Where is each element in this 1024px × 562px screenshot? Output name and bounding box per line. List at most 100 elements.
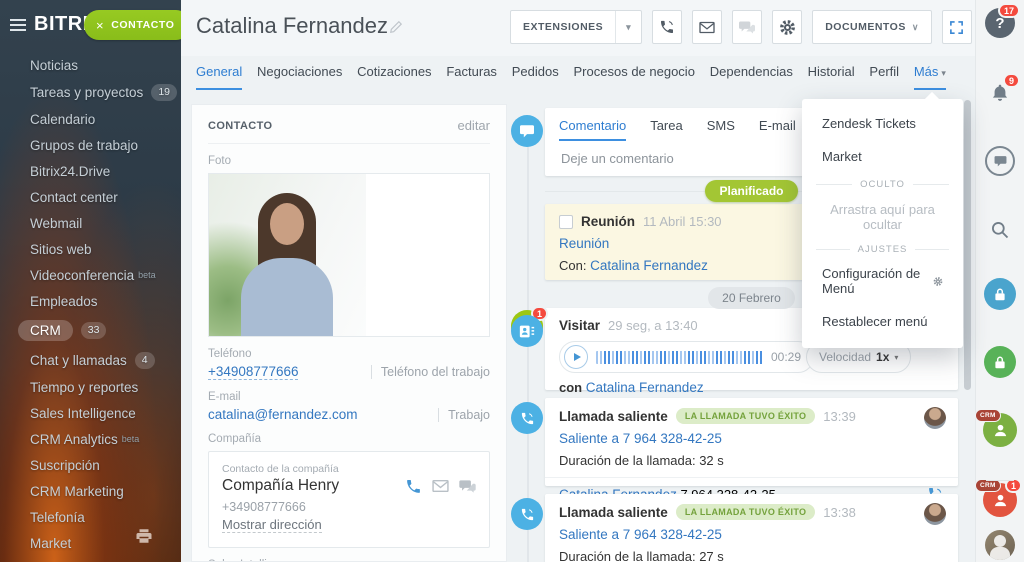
sidebar-item-crm[interactable]: CRM33: [30, 320, 181, 341]
sidebar-item-videoconferencia[interactable]: Videoconferenciabeta: [30, 268, 181, 283]
tab-perfil[interactable]: Perfil: [869, 64, 899, 90]
help-button[interactable]: ?17: [985, 8, 1015, 38]
call-direction-link[interactable]: Saliente a 7 964 328-42-25: [559, 527, 722, 542]
call-button[interactable]: [652, 10, 682, 44]
email-button[interactable]: [692, 10, 722, 44]
chat-icon[interactable]: [459, 479, 476, 494]
contact-phone-link[interactable]: +34908777666: [208, 364, 298, 380]
crm-mini-badge: CRM: [975, 409, 1001, 422]
sidebar-item-market[interactable]: Market: [30, 536, 181, 551]
tab-dependencias[interactable]: Dependencias: [710, 64, 793, 90]
close-icon[interactable]: ×: [96, 18, 104, 33]
extensions-button[interactable]: EXTENSIONES ▾: [510, 10, 642, 44]
crm-count-badge: 33: [81, 322, 107, 339]
call-status-badge: LA LLAMADA TUVO ÉXITO: [676, 408, 815, 424]
sidebar-item-suscripcion[interactable]: Suscripción: [30, 458, 181, 473]
meeting-link[interactable]: Reunión: [559, 236, 609, 251]
sidebar-item-webmail[interactable]: Webmail: [30, 216, 181, 231]
company-name[interactable]: Compañía Henry: [222, 477, 339, 495]
show-address-link[interactable]: Mostrar dirección: [222, 517, 322, 533]
call-duration: Duración de la llamada: 32 s: [559, 453, 944, 468]
avatar[interactable]: [985, 530, 1015, 560]
pencil-icon[interactable]: [389, 20, 403, 39]
sidebar-item-calendario[interactable]: Calendario: [30, 112, 181, 127]
tab-pedidos[interactable]: Pedidos: [512, 64, 559, 90]
menu-item-reset-menu[interactable]: Restablecer menú: [802, 305, 963, 338]
meeting-datetime: 11 Abril 15:30: [643, 214, 722, 229]
tab-facturas[interactable]: Facturas: [446, 64, 497, 90]
date-separator: 20 Febrero: [708, 287, 795, 309]
timeline-scrollbar[interactable]: [964, 100, 971, 390]
call-direction-link[interactable]: Saliente a 7 964 328-42-25: [559, 431, 722, 446]
company-contact-label: Contacto de la compañía: [222, 463, 476, 475]
sidebar-item-sales-intelligence[interactable]: Sales Intelligence: [30, 406, 181, 421]
contact-entity-button[interactable]: × CONTACTO: [84, 10, 181, 40]
tab-procesos[interactable]: Procesos de negocio: [574, 64, 695, 90]
sidebar-item-tiempo-reportes[interactable]: Tiempo y reportes: [30, 380, 181, 395]
photo-field-label: Foto: [208, 155, 490, 167]
chat-button[interactable]: [732, 10, 762, 44]
sidebar-item-drive[interactable]: Bitrix24.Drive: [30, 164, 181, 179]
tab-historial[interactable]: Historial: [808, 64, 855, 90]
tab-negociaciones[interactable]: Negociaciones: [257, 64, 342, 90]
chevron-down-icon: ∨: [912, 22, 919, 33]
tab-mas[interactable]: Más▾: [914, 64, 946, 90]
crm-channel-green-button[interactable]: CRM: [983, 413, 1017, 447]
sidebar-item-tareas[interactable]: Tareas y proyectos19: [30, 84, 181, 101]
mail-icon[interactable]: [432, 479, 449, 493]
meeting-with-label: Con:: [559, 258, 586, 273]
menu-item-configure-menu[interactable]: Configuración de Menú: [802, 257, 963, 305]
contact-details-panel: CONTACTO editar Foto Teléfono +349087776…: [191, 104, 507, 562]
audio-waveform[interactable]: [596, 351, 763, 364]
chat-count-badge: 4: [135, 352, 155, 369]
visit-with-label: con: [559, 380, 582, 395]
fullscreen-button[interactable]: [942, 10, 972, 44]
company-phone: +34908777666: [222, 500, 476, 514]
sidebar-item-contact-center[interactable]: Contact center: [30, 190, 181, 205]
meeting-checkbox[interactable]: [559, 215, 573, 229]
composer-tab-comentario[interactable]: Comentario: [559, 118, 626, 141]
crm-channel-red-button[interactable]: CRM 1: [983, 483, 1017, 517]
search-button[interactable]: [986, 216, 1014, 244]
planned-badge: Planificado: [705, 180, 797, 202]
sidebar-item-crm-analytics[interactable]: CRM Analyticsbeta: [30, 432, 181, 447]
person-icon: [992, 492, 1009, 509]
email-type-label: Trabajo: [438, 408, 490, 422]
search-icon: [990, 220, 1010, 240]
hamburger-menu-icon[interactable]: [10, 19, 26, 34]
sidebar-item-crm-marketing[interactable]: CRM Marketing: [30, 484, 181, 499]
settings-button[interactable]: [772, 10, 802, 44]
sidebar-item-noticias[interactable]: Noticias: [30, 58, 181, 73]
outgoing-call-icon: [511, 402, 543, 434]
chevron-down-icon: ▾: [941, 68, 946, 78]
tab-general[interactable]: General: [196, 64, 242, 90]
visit-contact-link[interactable]: Catalina Fernandez: [586, 380, 704, 395]
notifications-count-badge: 9: [1003, 73, 1020, 88]
documents-button[interactable]: DOCUMENTOS ∨: [812, 10, 932, 44]
phone-field-label: Teléfono: [208, 348, 490, 360]
sidebar-item-telefonia[interactable]: Telefonía: [30, 510, 181, 525]
menu-item-zendesk-tickets[interactable]: Zendesk Tickets: [802, 107, 963, 140]
contact-email-link[interactable]: catalina@fernandez.com: [208, 407, 358, 422]
composer-tab-sms[interactable]: SMS: [707, 118, 735, 141]
visit-time: 29 seg, a 13:40: [608, 318, 698, 333]
composer-tab-email[interactable]: E-mail: [759, 118, 796, 141]
sidebar-item-empleados[interactable]: Empleados: [30, 294, 181, 309]
sidebar-item-chat-llamadas[interactable]: Chat y llamadas4: [30, 352, 181, 369]
phone-icon[interactable]: [405, 478, 422, 495]
edit-link[interactable]: editar: [457, 118, 490, 133]
notifications-button[interactable]: 9: [985, 78, 1015, 108]
support-chat-button[interactable]: [985, 146, 1015, 176]
chevron-down-icon[interactable]: ▾: [615, 11, 641, 43]
meeting-contact-link[interactable]: Catalina Fernandez: [590, 258, 708, 273]
menu-item-market[interactable]: Market: [802, 140, 963, 173]
play-button[interactable]: [564, 345, 588, 369]
printer-icon[interactable]: [135, 527, 153, 550]
locked-chat-blue-button[interactable]: [984, 278, 1016, 310]
locked-chat-green-button[interactable]: [984, 346, 1016, 378]
composer-tab-tarea[interactable]: Tarea: [650, 118, 683, 141]
tab-cotizaciones[interactable]: Cotizaciones: [357, 64, 431, 90]
chevron-down-icon: ▾: [894, 353, 898, 362]
sidebar-item-grupos[interactable]: Grupos de trabajo: [30, 138, 181, 153]
sidebar-item-sitios-web[interactable]: Sitios web: [30, 242, 181, 257]
